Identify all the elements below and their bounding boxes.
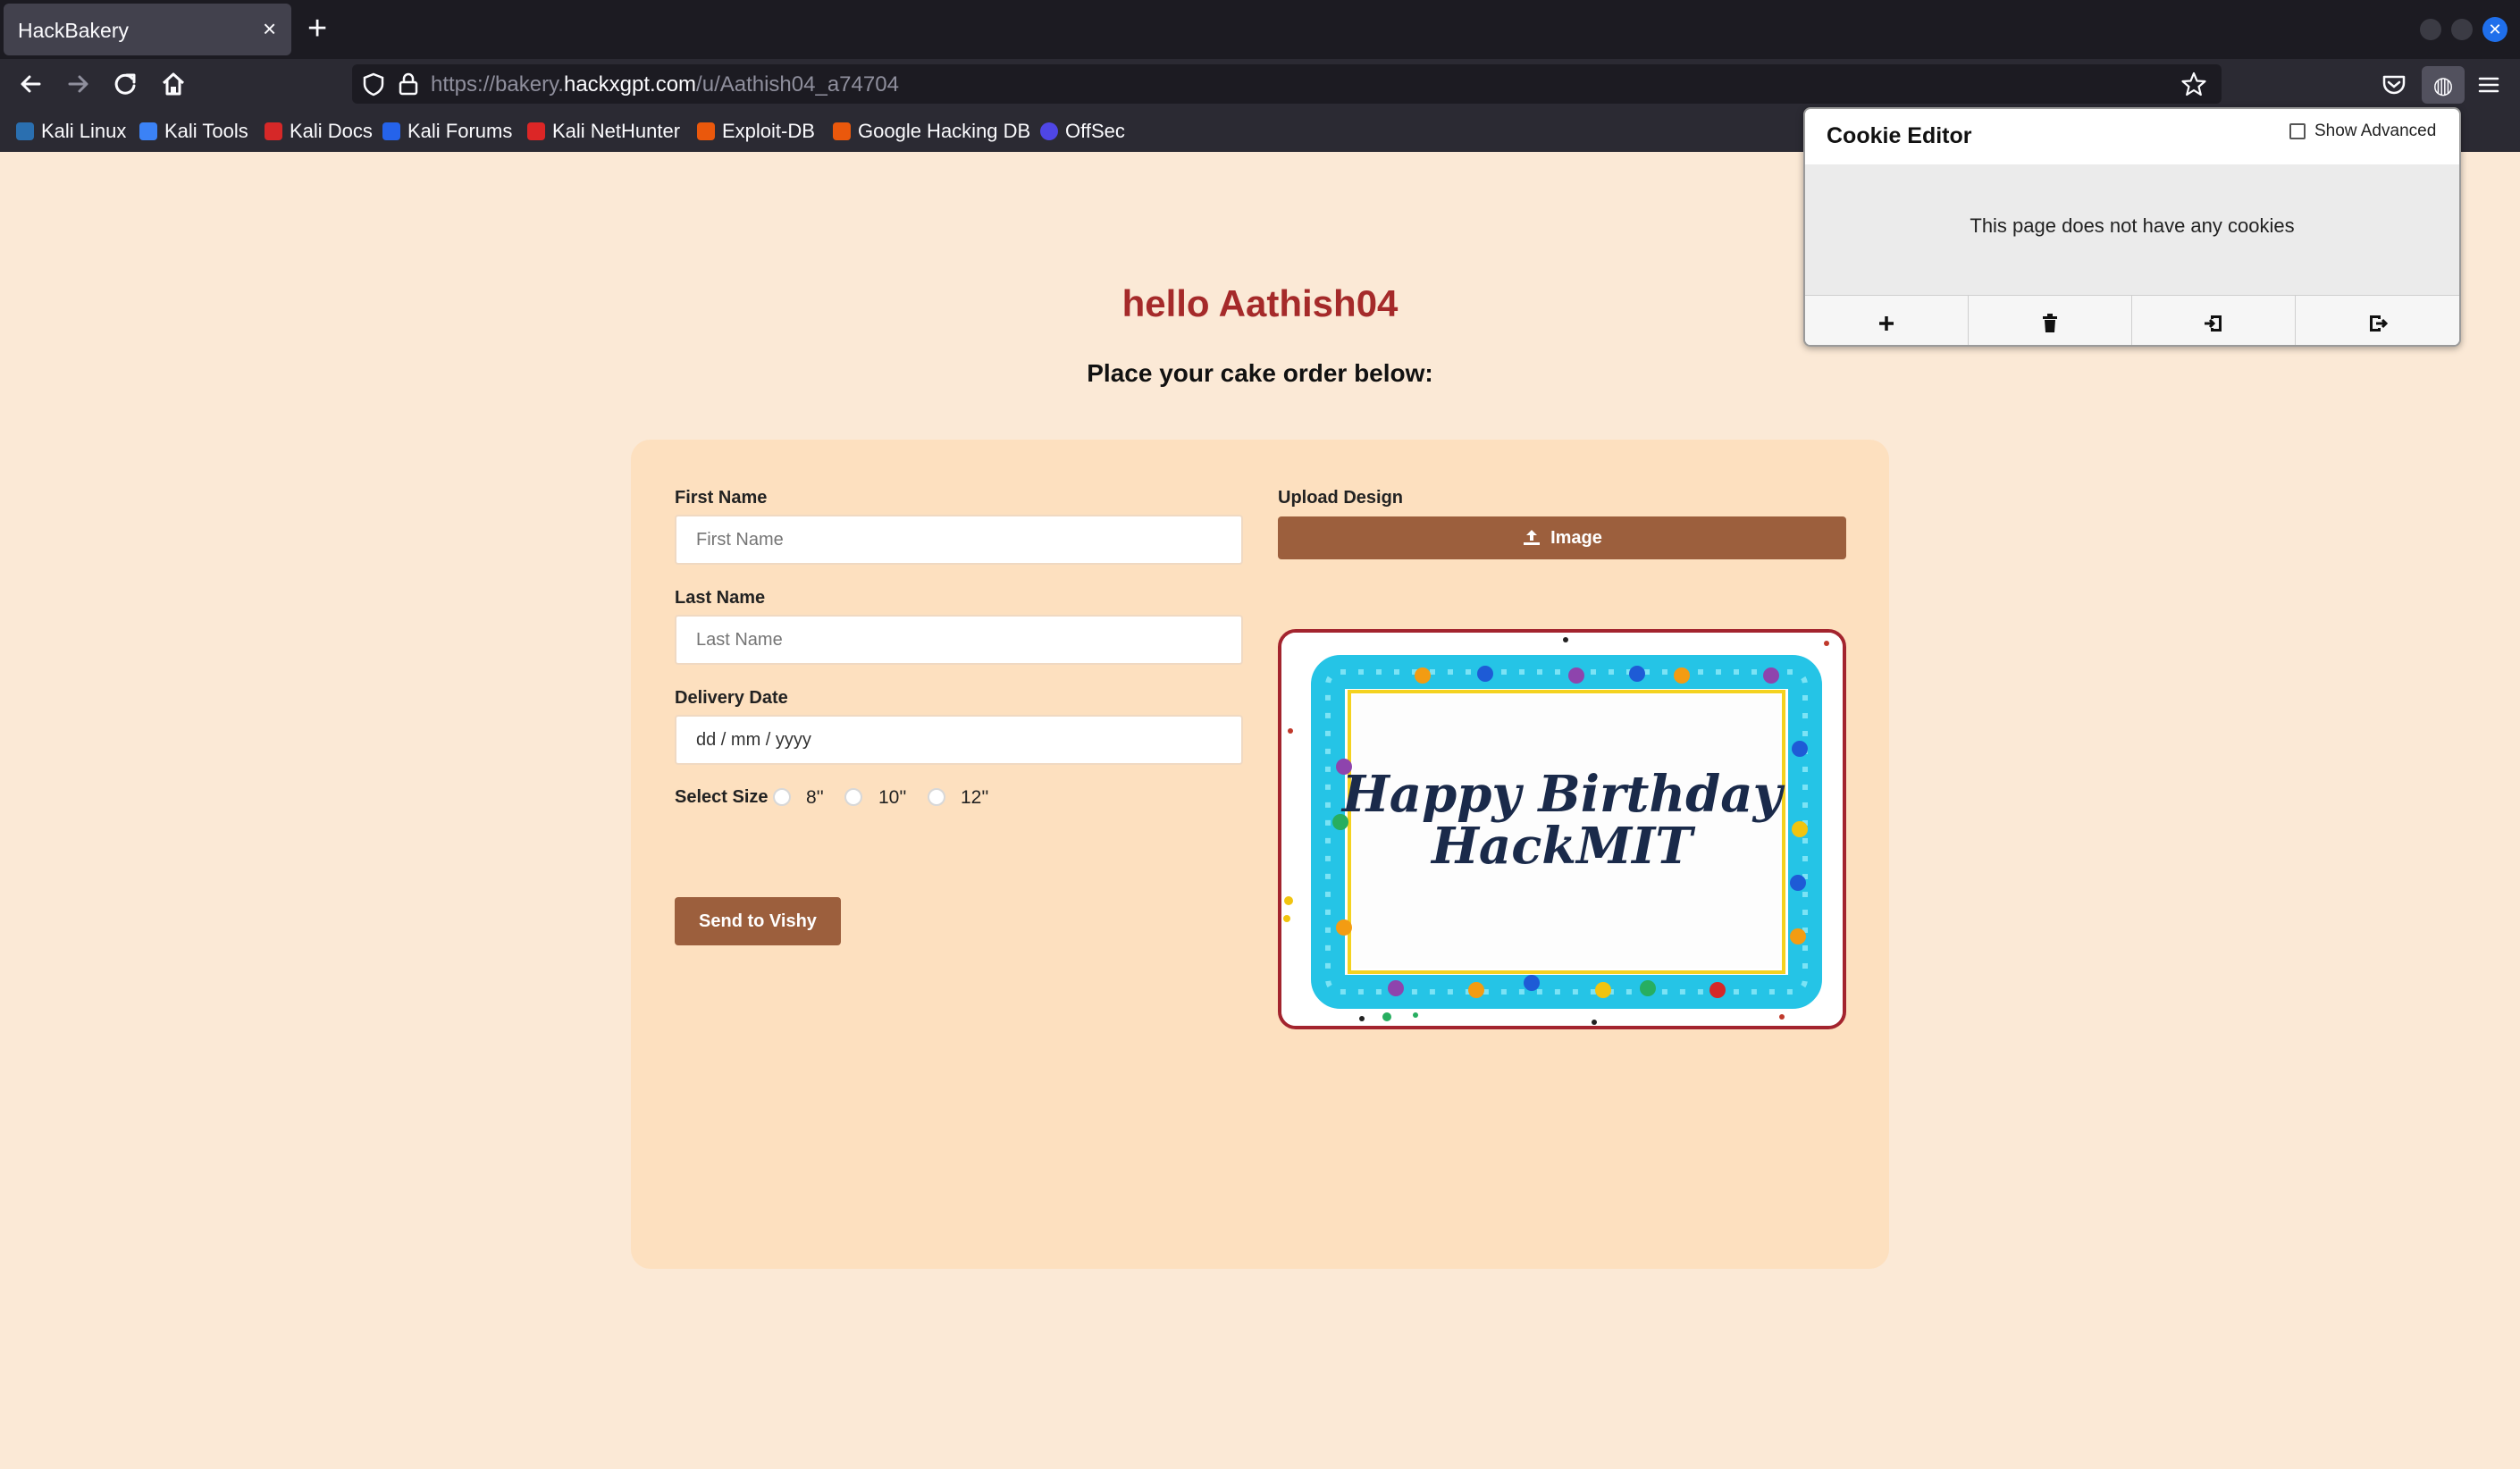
address-bar[interactable]: https://bakery.hackxgpt.com/u/Aathish04_… xyxy=(352,64,2222,104)
delivery-date-label: Delivery Date xyxy=(675,688,788,708)
bookmark-kali-nethunter[interactable]: Kali NetHunter xyxy=(527,120,680,143)
menu-icon[interactable] xyxy=(2475,71,2502,98)
browser-tab[interactable]: HackBakery × xyxy=(4,4,291,55)
delete-all-cookies-button[interactable] xyxy=(1969,296,2132,345)
select-size-label: Select Size xyxy=(675,787,769,807)
offsec-icon xyxy=(1040,122,1058,140)
show-advanced-checkbox[interactable] xyxy=(2289,123,2306,139)
import-cookies-button[interactable] xyxy=(2132,296,2296,345)
cookie-editor-extension-icon[interactable]: ◍ xyxy=(2422,66,2465,104)
last-name-input[interactable] xyxy=(675,615,1243,665)
bookmark-offsec[interactable]: OffSec xyxy=(1040,120,1125,143)
bookmark-star-icon[interactable] xyxy=(2180,71,2207,97)
close-window-icon[interactable]: ✕ xyxy=(2482,17,2507,42)
reload-icon[interactable] xyxy=(111,70,139,98)
size-10-label: 10'' xyxy=(878,787,907,808)
size-10-radio[interactable] xyxy=(844,788,862,806)
exploit-db-icon xyxy=(697,122,715,140)
import-icon xyxy=(2205,315,2222,332)
forward-icon[interactable] xyxy=(64,70,93,98)
add-icon xyxy=(1879,316,1894,331)
kali-docs-icon xyxy=(265,122,282,140)
kali-icon xyxy=(16,122,34,140)
show-advanced-label[interactable]: Show Advanced xyxy=(2314,122,2436,141)
tab-bar: HackBakery × + ✕ xyxy=(0,0,2520,59)
upload-design-label: Upload Design xyxy=(1278,488,1404,508)
pocket-icon[interactable] xyxy=(2381,71,2407,98)
size-12-label: 12'' xyxy=(961,787,989,808)
bookmark-kali-docs[interactable]: Kali Docs xyxy=(265,120,373,143)
cookie-editor-title: Cookie Editor xyxy=(1827,123,1972,148)
first-name-input[interactable] xyxy=(675,515,1243,565)
delivery-date-input[interactable]: dd / mm / yyyy xyxy=(675,715,1243,765)
greeting-heading: hello Aathish04 xyxy=(1121,282,1399,324)
upload-icon xyxy=(1524,530,1541,545)
first-name-label: First Name xyxy=(675,488,768,508)
cookie-actions-bar xyxy=(1805,295,2459,345)
minimize-window-icon[interactable] xyxy=(2420,19,2441,40)
home-icon[interactable] xyxy=(159,70,188,98)
bookmark-exploit-db[interactable]: Exploit-DB xyxy=(697,120,815,143)
bookmark-google-hacking-db[interactable]: Google Hacking DB xyxy=(833,120,1030,143)
new-tab-icon[interactable]: + xyxy=(307,9,327,48)
url-text[interactable]: https://bakery.hackxgpt.com/u/Aathish04_… xyxy=(431,72,899,97)
cake-design-preview: Happy Birthday HackMIT xyxy=(1278,629,1846,1029)
size-8-radio[interactable] xyxy=(773,788,791,806)
upload-image-button[interactable]: Image xyxy=(1278,516,1846,559)
cake-image: Happy Birthday HackMIT xyxy=(1281,633,1843,1026)
tab-close-icon[interactable]: × xyxy=(263,16,276,41)
export-cookies-button[interactable] xyxy=(2296,296,2459,345)
cake-text-line2: HackMIT xyxy=(1430,817,1696,876)
maximize-window-icon[interactable] xyxy=(2451,19,2473,40)
cookie-editor-panel: Cookie Editor Show Advanced This page do… xyxy=(1803,107,2461,347)
send-to-vishy-button[interactable]: Send to Vishy xyxy=(675,897,841,945)
cake-text-line1: Happy Birthday xyxy=(1340,765,1785,824)
size-12-radio[interactable] xyxy=(928,788,945,806)
ghdb-icon xyxy=(833,122,851,140)
nethunter-icon xyxy=(527,122,545,140)
kali-forums-icon xyxy=(382,122,400,140)
bookmark-kali-linux[interactable]: Kali Linux xyxy=(16,120,126,143)
bookmark-kali-tools[interactable]: Kali Tools xyxy=(139,120,248,143)
lock-icon[interactable] xyxy=(397,71,420,97)
order-subheading: Place your cake order below: xyxy=(1087,359,1433,387)
last-name-label: Last Name xyxy=(675,588,766,608)
delete-icon xyxy=(2043,314,2057,332)
cookie-list-area: This page does not have any cookies xyxy=(1805,164,2459,295)
no-cookies-message: This page does not have any cookies xyxy=(1970,214,2295,237)
tab-title: HackBakery xyxy=(18,19,129,42)
tracking-protection-icon[interactable] xyxy=(361,71,386,97)
add-cookie-button[interactable] xyxy=(1805,296,1969,345)
back-icon[interactable] xyxy=(16,70,45,98)
bookmark-kali-forums[interactable]: Kali Forums xyxy=(382,120,512,143)
upload-button-label: Image xyxy=(1550,528,1602,548)
export-icon xyxy=(2369,315,2388,332)
size-8-label: 8'' xyxy=(806,787,824,808)
kali-tools-icon xyxy=(139,122,157,140)
